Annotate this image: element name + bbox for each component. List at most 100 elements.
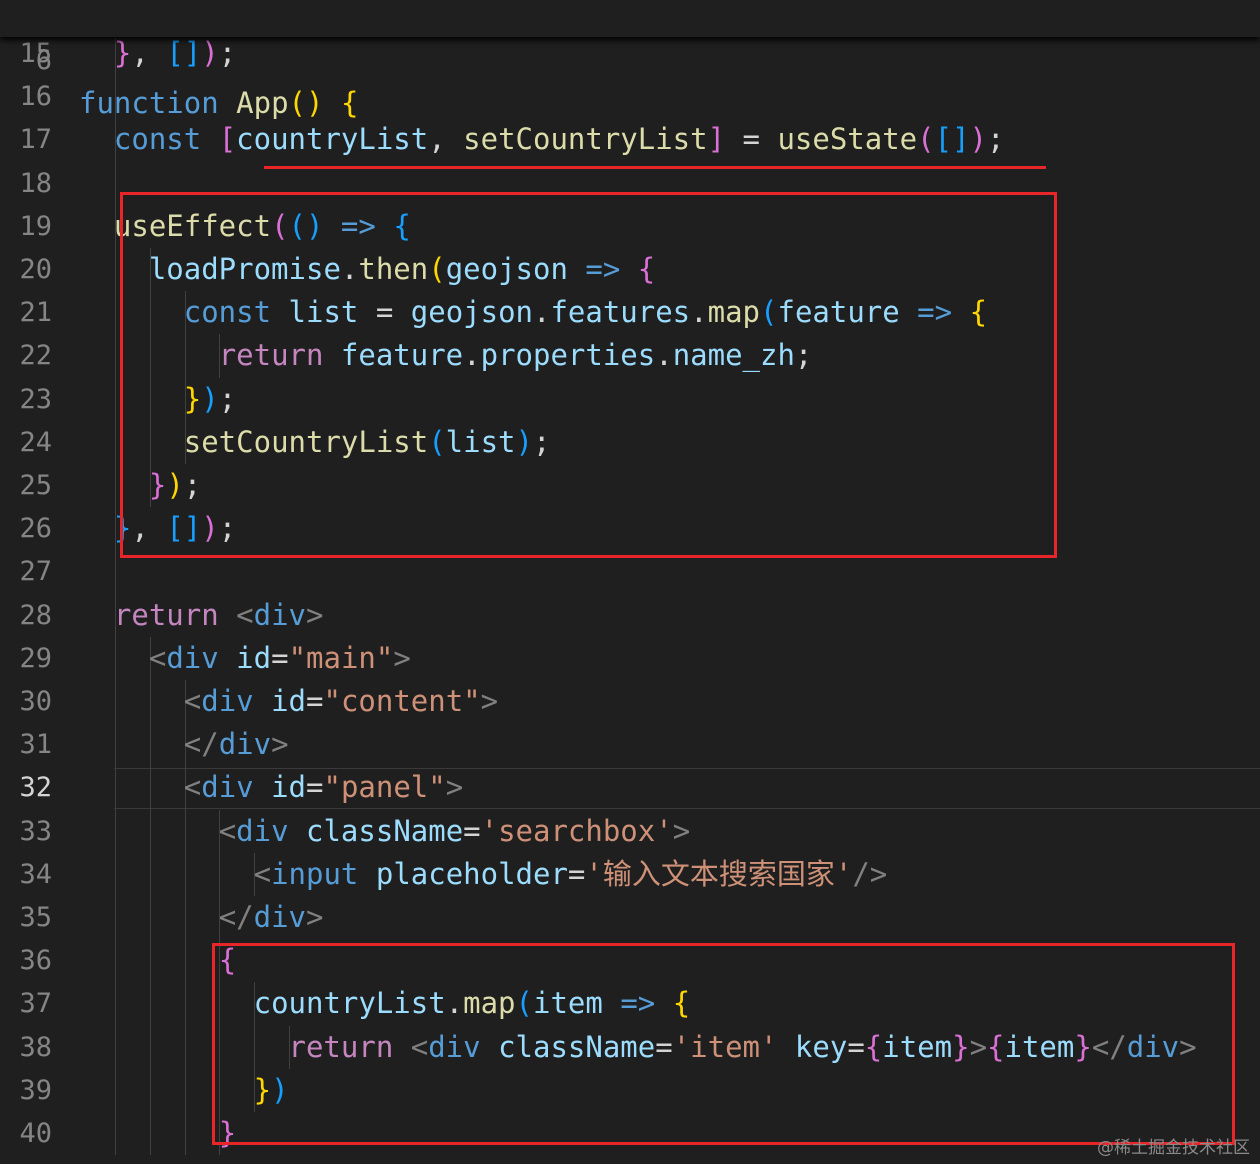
token-function: useState	[777, 122, 918, 157]
token-bracket-pink: (	[917, 122, 935, 157]
token-variable: id	[271, 684, 307, 718]
token-keyword: div	[253, 900, 306, 934]
code-line-31[interactable]: 31 </div>	[0, 723, 1260, 766]
line-code: <div id="main">	[79, 637, 411, 680]
token-punctuation: =	[567, 856, 586, 891]
token-punctuation	[79, 684, 184, 718]
token-keyword: div	[253, 597, 307, 632]
line-number: 23	[19, 383, 52, 415]
annotation-box-useeffect	[120, 192, 1057, 558]
token-bracket-blue: []	[166, 36, 202, 70]
code-line-28[interactable]: 28 return <div>	[0, 594, 1260, 637]
line-number: 37	[19, 988, 52, 1020]
line-code: <input placeholder='输入文本搜索国家'/>	[79, 853, 888, 896]
token-punctuation	[201, 122, 218, 156]
token-punctuation: ,	[428, 122, 464, 157]
token-punctuation	[79, 727, 184, 761]
token-bracket-pink: )	[969, 122, 987, 157]
token-keyword: function	[79, 86, 219, 120]
line-code: <div className='searchbox'>	[79, 810, 690, 853]
code-line-32[interactable]: 32 <div id="panel">	[0, 766, 1260, 809]
token-punctuation	[79, 814, 219, 848]
token-string: 'searchbox'	[480, 813, 673, 848]
token-tag-bracket: <	[183, 770, 202, 805]
token-punctuation	[79, 641, 149, 675]
token-bracket-pink: ]	[707, 122, 726, 157]
token-punctuation	[219, 598, 236, 632]
token-punctuation	[79, 511, 114, 545]
token-variable: id	[271, 770, 307, 805]
token-punctuation	[79, 770, 184, 804]
token-bracket-pink: [	[218, 122, 237, 157]
watermark-text: @稀土掘金技术社区	[1097, 1138, 1250, 1158]
line-number: 20	[19, 254, 52, 285]
sticky-scroll-header[interactable]: 6 function App() {	[0, 0, 1260, 120]
token-punctuation	[79, 1116, 219, 1150]
token-bracket-blue: []	[934, 122, 970, 157]
token-punctuation	[219, 86, 236, 120]
token-bracket-pink: }	[113, 36, 132, 70]
token-string: "panel"	[323, 770, 446, 805]
token-tag-bracket: <	[183, 684, 202, 718]
token-keyword: div	[201, 684, 254, 718]
token-punctuation	[219, 641, 236, 675]
token-punctuation: ;	[987, 122, 1005, 157]
token-tag-bracket: >	[393, 640, 411, 675]
token-control: return	[113, 597, 219, 632]
line-number: 39	[19, 1074, 52, 1106]
sticky-line-code: function App() {	[79, 82, 358, 125]
line-number: 33	[19, 815, 52, 847]
token-string: '输入文本搜索国家'	[585, 856, 853, 891]
line-code: </div>	[79, 723, 289, 766]
token-tag-bracket: />	[852, 856, 888, 891]
token-bracket-gold: {	[340, 86, 359, 120]
line-code: <div id="content">	[79, 680, 498, 723]
code-line-29[interactable]: 29 <div id="main">	[0, 637, 1260, 680]
token-punctuation: =	[306, 770, 324, 805]
code-line-34[interactable]: 34 <input placeholder='输入文本搜索国家'/>	[0, 853, 1260, 896]
token-punctuation	[254, 770, 271, 804]
line-code: <div id="panel">	[79, 766, 463, 809]
token-keyword: const	[113, 122, 202, 157]
token-tag-bracket: <	[253, 856, 272, 891]
token-bracket-gold: ()	[288, 86, 324, 120]
code-line-33[interactable]: 33 <div className='searchbox'>	[0, 810, 1260, 853]
line-number: 34	[19, 858, 52, 890]
line-number: 30	[19, 686, 52, 717]
line-number: 18	[19, 167, 52, 199]
token-keyword: div	[218, 727, 272, 762]
token-tag-bracket: >	[306, 597, 324, 632]
token-punctuation: =	[271, 640, 289, 675]
token-punctuation	[79, 943, 219, 977]
token-variable: countryList	[236, 122, 429, 157]
token-tag-bracket: <	[148, 640, 167, 675]
code-line-30[interactable]: 30 <div id="content">	[0, 680, 1260, 723]
line-number: 28	[19, 599, 52, 631]
code-editor[interactable]: 15 }, []); 16 17 const [countryList, setCo…	[0, 0, 1260, 1164]
token-punctuation: ;	[218, 36, 237, 70]
line-number: 22	[19, 340, 52, 372]
annotation-box-map	[212, 943, 1235, 1145]
token-punctuation	[254, 684, 271, 718]
token-keyword: div	[166, 640, 219, 675]
token-punctuation: =	[463, 813, 481, 848]
line-number: 19	[19, 210, 52, 242]
sticky-line-number: 6	[35, 45, 52, 76]
line-number: 35	[19, 902, 52, 933]
line-number: 40	[19, 1118, 52, 1149]
token-punctuation: =	[725, 122, 778, 157]
token-tag-bracket: <	[218, 813, 237, 848]
line-number: 32	[19, 772, 52, 804]
token-tag-bracket: >	[672, 813, 691, 848]
token-punctuation	[323, 86, 340, 120]
line-number: 26	[19, 513, 52, 545]
line-number: 36	[19, 945, 52, 977]
token-punctuation	[289, 814, 306, 848]
code-line-35[interactable]: 35 </div>	[0, 896, 1260, 939]
token-tag-bracket: >	[306, 900, 324, 934]
line-number: 25	[19, 470, 52, 501]
token-tag-bracket: <	[236, 597, 254, 632]
token-string: "content"	[323, 684, 481, 718]
token-punctuation	[358, 857, 375, 891]
token-tag-bracket: </	[218, 900, 254, 934]
